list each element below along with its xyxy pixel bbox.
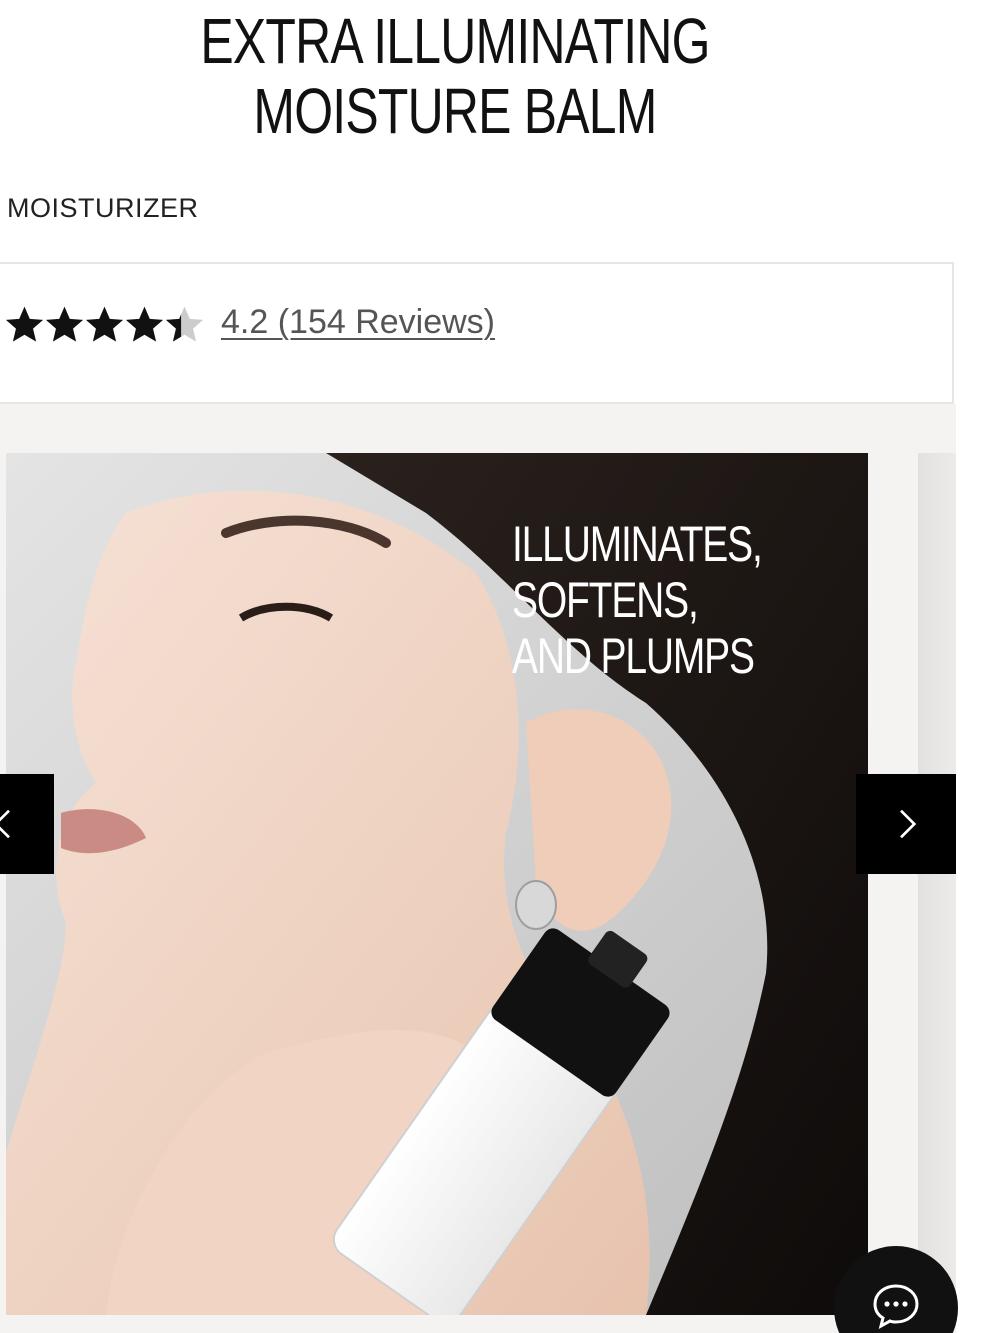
star-icon: [125, 306, 164, 342]
partial-star-icon: [165, 306, 204, 342]
star-icon: [5, 306, 44, 342]
reviews-link[interactable]: 4.2 (154 Reviews): [221, 303, 495, 342]
gallery-prev-button[interactable]: [0, 774, 54, 874]
product-title: EXTRA ILLUMINATING MOISTURE BALM: [200, 5, 710, 147]
chevron-right-icon: [900, 809, 917, 839]
rating-stars: [4, 304, 204, 348]
chevron-left-icon: [0, 809, 10, 839]
star-icon: [45, 306, 84, 342]
gallery-next-button[interactable]: [856, 774, 956, 874]
product-category: MOISTURIZER: [7, 193, 199, 223]
next-slide-peek: [918, 453, 956, 1315]
slide-caption: ILLUMINATES, SOFTENS, AND PLUMPS: [512, 516, 763, 684]
star-icon: [85, 306, 124, 342]
chat-bubble-icon: [873, 1284, 919, 1329]
